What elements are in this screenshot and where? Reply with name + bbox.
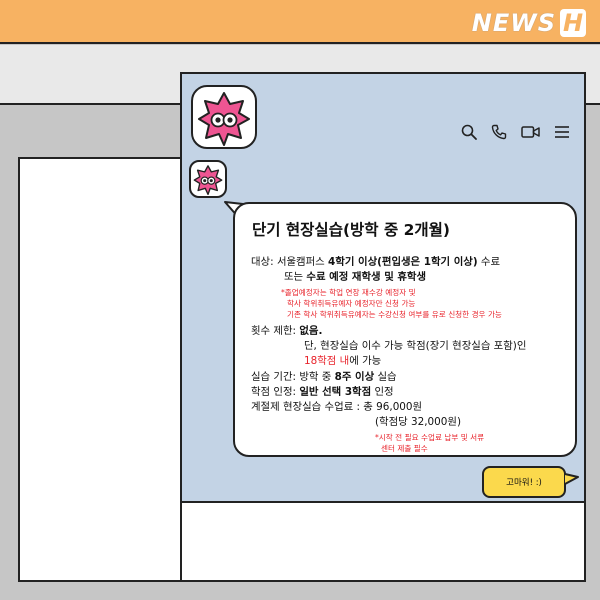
fee-line: 계절제 현장실습 수업료 : 총 96,000원: [251, 401, 423, 413]
limit-value: 없음.: [299, 325, 323, 337]
message-title: 단기 현장실습(방학 중 2개월): [252, 221, 451, 239]
credit-line: 학점 인정: 일반 선택 3학점 인정: [251, 386, 394, 398]
sender-avatar[interactable]: [189, 160, 227, 198]
limit-line-3: 18학점 내에 가능: [304, 355, 381, 367]
logo-letter: H: [560, 9, 586, 37]
note-line-1: *졸업예정자는 학업 연장 재수강 예정자 및: [281, 288, 416, 297]
target-or: 또는: [284, 271, 307, 283]
reply-text: 고마워! :): [506, 478, 542, 488]
background-window: [18, 157, 188, 582]
fee-per-credit: (학점당 32,000원): [375, 416, 462, 428]
reply-bubble-tail: [564, 473, 579, 485]
period-value: 8주 이상: [334, 371, 375, 383]
chat-screen: 단기 현장실습(방학 중 2개월) 대상: 서울캠퍼스 4학기 이상(편입생은 …: [182, 74, 584, 503]
chat-header-toolbar: [461, 124, 570, 140]
limit-line-2: 단, 현장실습 이수 가능 학점(장기 현장실습 포함)인: [304, 340, 527, 352]
star-character-icon: [198, 92, 250, 146]
logo-text: NEWS: [471, 9, 556, 37]
top-banner: NEWS H: [0, 0, 600, 44]
period-suffix: 실습: [374, 371, 397, 383]
credit-label: 학점 인정:: [251, 386, 300, 398]
limit-possible: 에 가능: [349, 355, 382, 367]
limit-line: 횟수 제한: 없음.: [251, 325, 322, 337]
note-line-2: 학사 학위취득유예자 예정자만 신청 가능: [287, 299, 416, 308]
target-complete: 수료: [477, 256, 500, 268]
credit-suffix: 인정: [371, 386, 394, 398]
star-character-icon: [193, 165, 223, 196]
target-campus: 서울캠퍼스: [276, 256, 329, 268]
target-semester: 4학기 이상(편입생은 1학기 이상): [328, 256, 478, 268]
limit-label: 횟수 제한:: [251, 325, 300, 337]
chat-window: 단기 현장실습(방학 중 2개월) 대상: 서울캠퍼스 4학기 이상(편입생은 …: [180, 72, 586, 582]
target-line-2: 또는 수료 예정 재학생 및 휴학생: [284, 271, 426, 283]
limit-credit-cap: 18학점 내: [304, 355, 350, 367]
news-logo: NEWS H: [472, 8, 586, 38]
reply-bubble: 고마워! :): [482, 466, 566, 498]
note-line-3: 기존 학사 학위취득유예자는 수강신청 여부를 유로 신청한 경우 가능: [287, 310, 502, 319]
search-icon[interactable]: [461, 124, 477, 140]
phone-icon[interactable]: [491, 124, 507, 140]
period-line: 실습 기간: 방학 중 8주 이상 실습: [251, 371, 397, 383]
menu-icon[interactable]: [554, 124, 570, 140]
target-line: 대상: 서울캠퍼스 4학기 이상(편입생은 1학기 이상) 수료: [251, 256, 500, 268]
video-icon[interactable]: [521, 124, 540, 140]
profile-avatar[interactable]: [191, 85, 257, 149]
period-label: 실습 기간: 방학 중: [251, 371, 335, 383]
credit-value: 일반 선택 3학점: [299, 386, 372, 398]
target-label: 대상:: [251, 256, 277, 268]
message-bubble: 단기 현장실습(방학 중 2개월) 대상: 서울캠퍼스 4학기 이상(편입생은 …: [233, 202, 577, 457]
fee-note-2: 센터 제출 필수: [381, 444, 428, 453]
fee-note-1: *시작 전 필요 수업료 납부 및 서류: [375, 433, 485, 442]
target-students: 수료 예정 재학생 및 휴학생: [306, 271, 427, 283]
